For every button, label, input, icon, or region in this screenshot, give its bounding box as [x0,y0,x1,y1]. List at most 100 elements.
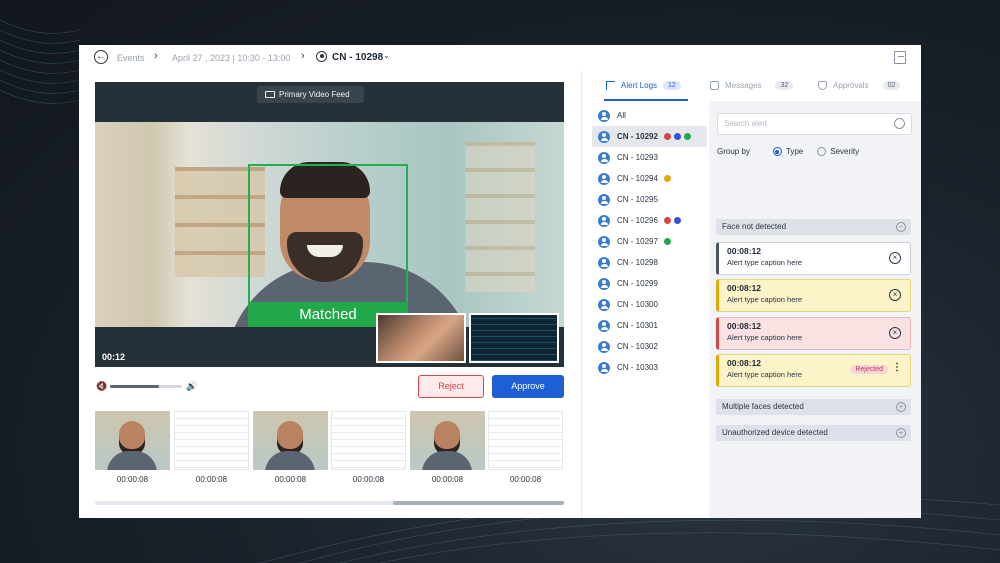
snapshot-thumbnail[interactable]: 00:00:08 [410,411,485,484]
horizontal-scrollbar[interactable] [95,501,564,505]
alert-indicator-dot [663,238,671,245]
alert-time: 00:08:12 [727,321,762,331]
avatar-icon [598,319,610,332]
snapshot-time: 00:00:08 [195,475,228,484]
panel-tabs: Alert Logs 12 Messages 32 Approvals 02 [582,71,921,101]
top-bar: ← Events › April 27 , 2023 | 10:30 - 13:… [79,45,921,71]
section-title: Face not detected [722,222,787,231]
candidate-item[interactable]: CN - 10295 [592,189,707,210]
radio-type-label[interactable]: Type [786,147,803,156]
close-icon[interactable]: × [889,252,901,264]
snapshot-time: 00:00:08 [116,475,149,484]
exit-icon[interactable] [894,51,906,64]
candidate-item[interactable]: CN - 10303 [592,357,707,378]
face-snapshot-image [253,411,328,470]
alert-indicator-dot [663,133,671,140]
candidate-item[interactable]: CN - 10298 [592,252,707,273]
alert-caption: Alert type caption here [727,295,803,304]
chevron-down-icon[interactable]: ⌄ [383,51,390,60]
snapshot-time: 00:00:08 [274,475,307,484]
panel-divider [581,71,582,518]
breadcrumb-events[interactable]: Events [117,53,145,63]
tab-label: Alert Logs [621,81,658,90]
status-badge: Rejected [850,365,888,374]
approve-button[interactable]: Approve [492,375,564,398]
snapshot-time: 00:00:08 [509,475,542,484]
candidate-item[interactable]: CN - 10302 [592,336,707,357]
screen-share-thumbnail[interactable] [469,313,559,363]
app-window: ← Events › April 27 , 2023 | 10:30 - 13:… [79,45,921,518]
candidate-item[interactable]: CN - 10296 [592,210,707,231]
candidate-label: CN - 10300 [617,300,658,309]
volume-icon[interactable]: 🔊 [186,381,197,392]
snapshot-time: 00:00:08 [352,475,385,484]
collapse-icon[interactable]: − [896,222,906,232]
avatar-icon [598,277,610,290]
reject-button[interactable]: Reject [418,375,484,398]
search-input[interactable]: Search alert [717,113,912,135]
more-options-icon[interactable]: ⋮ [892,363,902,373]
document-snapshot-image [174,411,249,470]
radio-severity-label[interactable]: Severity [830,147,859,156]
user-icon [316,51,327,62]
candidate-selector[interactable]: CN - 10298 [332,52,383,63]
mute-icon[interactable]: 🔇 [96,381,107,392]
radio-severity[interactable] [817,147,827,156]
candidate-item[interactable]: CN - 10294 [592,168,707,189]
section-face-not-detected[interactable]: Face not detected − [716,219,911,235]
alert-card[interactable]: 00:08:12 Alert type caption here × [716,279,911,312]
scrollbar-thumb[interactable] [393,501,564,505]
background-shelf [465,142,535,292]
candidate-label: CN - 10299 [617,279,658,288]
section-title: Multiple faces detected [722,402,804,411]
feed-label: Primary Video Feed [257,86,364,103]
video-timestamp: 00:12 [102,352,126,362]
snapshot-thumbnail[interactable]: 00:00:08 [95,411,170,484]
avatar-icon [598,235,610,248]
avatar-icon [598,151,610,164]
snapshot-thumbnail[interactable]: 00:00:08 [488,411,563,484]
section-title: Unauthorized device detected [722,428,828,437]
section-multiple-faces[interactable]: Multiple faces detected + [716,399,911,415]
expand-icon[interactable]: + [896,428,906,438]
alert-card[interactable]: 00:08:12 Alert type caption here × [716,242,911,275]
secondary-feed-thumbnail[interactable] [376,313,466,363]
feed-label-text: Primary Video Feed [279,90,350,99]
candidate-item[interactable]: CN - 10297 [592,231,707,252]
snapshot-thumbnail[interactable]: 00:00:08 [253,411,328,484]
arrow-left-icon[interactable]: ← [94,50,108,64]
message-icon [710,81,719,90]
alert-time: 00:08:12 [727,283,762,293]
tab-count: 32 [775,81,794,90]
section-unauthorized-device[interactable]: Unauthorized device detected + [716,425,911,441]
candidate-item[interactable]: All [592,105,707,126]
close-icon[interactable]: × [889,289,901,301]
alert-card[interactable]: 00:08:12 Alert type caption here × [716,317,911,350]
tab-alert-logs[interactable]: Alert Logs 12 [606,81,681,90]
snapshot-thumbnail[interactable]: 00:00:08 [174,411,249,484]
candidate-item[interactable]: CN - 10300 [592,294,707,315]
face-snapshot-image [95,411,170,470]
expand-icon[interactable]: + [896,402,906,412]
alert-card[interactable]: 00:08:12 Alert type caption here Rejecte… [716,354,911,387]
tab-label: Approvals [833,81,869,90]
tab-approvals[interactable]: Approvals 02 [818,81,901,90]
volume-slider[interactable] [110,385,182,388]
candidate-item[interactable]: CN - 10299 [592,273,707,294]
tab-label: Messages [725,81,762,90]
candidate-item[interactable]: CN - 10301 [592,315,707,336]
video-player[interactable]: Primary Video Feed Matched 00:12 [95,82,564,367]
close-icon[interactable]: × [889,327,901,339]
candidate-item[interactable]: CN - 10292 [592,126,707,147]
video-header-bar: Primary Video Feed [95,82,564,122]
avatar-icon [598,130,610,143]
radio-type[interactable] [772,147,782,156]
search-icon[interactable] [894,118,905,129]
candidate-label: CN - 10293 [617,153,658,162]
candidate-item[interactable]: CN - 10293 [592,147,707,168]
tab-messages[interactable]: Messages 32 [710,81,794,90]
chevron-right-icon: › [301,50,305,62]
breadcrumb-datetime[interactable]: April 27 , 2023 | 10:30 - 13:00 [172,53,290,63]
snapshot-thumbnail[interactable]: 00:00:08 [331,411,406,484]
candidate-label: CN - 10301 [617,321,658,330]
